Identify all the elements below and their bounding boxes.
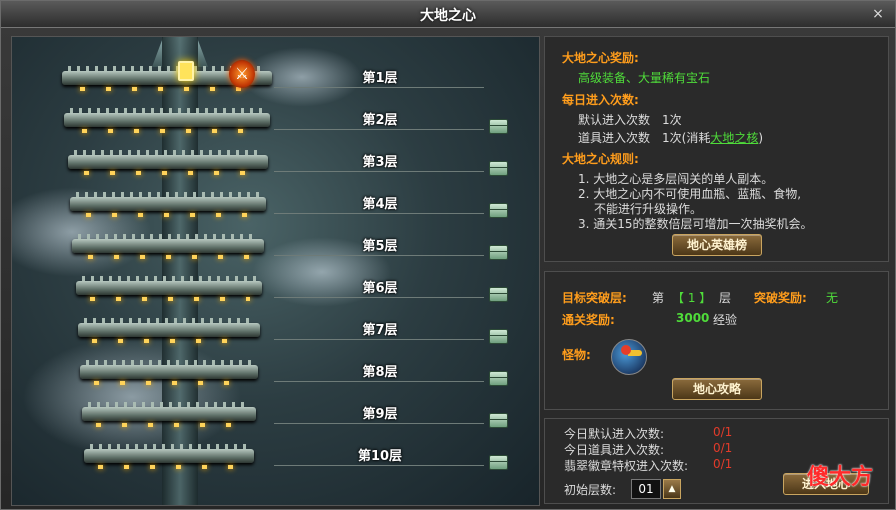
item-count-label: 今日道具进入次数:: [564, 443, 665, 457]
item-entries-prefix: 道具进入次数 1次(消耗: [578, 131, 711, 145]
tower-floor-6[interactable]: 第6层: [12, 267, 539, 309]
target-floor-prefix: 第: [652, 291, 665, 305]
chest-icon[interactable]: [489, 371, 508, 386]
floor-platform: [64, 108, 270, 127]
current-floor-marker: [178, 61, 194, 81]
floor-lights: [94, 381, 246, 385]
start-floor-label: 初始层数:: [564, 483, 617, 497]
floor-lights: [90, 297, 250, 301]
title-bar[interactable]: 大地之心 ×: [1, 1, 895, 28]
floor-divider: [274, 339, 484, 340]
floor-lights: [84, 171, 256, 175]
rule-3: 3. 通关15的整数倍层可增加一次抽奖机会。: [578, 217, 813, 231]
clear-reward-label: 通关奖励:: [562, 313, 615, 327]
tower-floor-10[interactable]: 第10层: [12, 435, 539, 477]
monster-portrait[interactable]: [611, 339, 647, 375]
floor-label: 第7层: [362, 323, 398, 338]
floor-divider: [274, 297, 484, 298]
earth-core-link[interactable]: 大地之核: [710, 131, 758, 145]
window-title: 大地之心: [420, 8, 476, 24]
caret-up-icon[interactable]: ▲: [663, 479, 681, 499]
floor-divider: [274, 381, 484, 382]
floor-label: 第2层: [362, 113, 398, 128]
target-floor-suffix: 层: [719, 291, 732, 305]
floor-lights: [96, 423, 244, 427]
ranking-button[interactable]: 地心英雄榜: [672, 234, 762, 256]
tower-floor-9[interactable]: 第9层: [12, 393, 539, 435]
chest-icon[interactable]: [489, 413, 508, 428]
floor-divider: [274, 87, 484, 88]
chest-icon[interactable]: [489, 329, 508, 344]
floor-divider: [274, 213, 484, 214]
floor-divider: [274, 255, 484, 256]
tower-floor-8[interactable]: 第8层: [12, 351, 539, 393]
clear-reward-unit: 经验: [713, 313, 738, 327]
tower-floor-4[interactable]: 第4层: [12, 183, 539, 225]
target-floor-label: 目标突破层:: [562, 291, 627, 305]
default-entries: 默认进入次数 1次: [578, 113, 682, 127]
floor-label: 第5层: [362, 239, 398, 254]
monster-label: 怪物:: [562, 348, 591, 362]
tower-floor-2[interactable]: 第2层: [12, 99, 539, 141]
guide-button[interactable]: 地心攻略: [672, 378, 762, 400]
reward-title: 大地之心奖励:: [562, 51, 639, 65]
watermark-logo: 傻大方: [807, 465, 874, 490]
rules-title: 大地之心规则:: [562, 152, 639, 166]
floor-divider: [274, 423, 484, 424]
chest-icon[interactable]: [489, 203, 508, 218]
floor-lights: [86, 213, 254, 217]
emerald-count-label: 翡翠徽章特权进入次数:: [564, 459, 689, 473]
reward-text: 高级装备、大量稀有宝石: [578, 71, 711, 85]
tower-floor-5[interactable]: 第5层: [12, 225, 539, 267]
emerald-count-value: 0/1: [713, 457, 733, 471]
floor-divider: [274, 171, 484, 172]
item-count-value: 0/1: [713, 441, 733, 455]
close-icon[interactable]: ×: [869, 5, 887, 23]
boss-icon[interactable]: ⚔: [229, 60, 255, 88]
clear-reward-exp: 3000: [676, 311, 710, 325]
dialog-window: 大地之心 × 第1层 第2层 第3层 第4层 第5层 第6层 第7层 第8层 第…: [0, 0, 896, 510]
start-floor-input[interactable]: 01: [631, 479, 661, 499]
item-entries: 道具进入次数 1次(消耗大地之核): [578, 129, 763, 146]
floor-lights: [80, 87, 260, 91]
tower-view[interactable]: 第1层 第2层 第3层 第4层 第5层 第6层 第7层 第8层 第9层 第10层: [11, 36, 540, 506]
default-count-label: 今日默认进入次数:: [564, 427, 665, 441]
daily-title: 每日进入次数:: [562, 93, 639, 107]
chest-icon[interactable]: [489, 161, 508, 176]
floor-platform: [76, 276, 262, 295]
floor-lights: [88, 255, 252, 259]
floor-platform: [72, 234, 264, 253]
floor-lights: [92, 339, 248, 343]
floor-label: 第6层: [362, 281, 398, 296]
floor-divider: [274, 129, 484, 130]
chest-icon[interactable]: [489, 119, 508, 134]
floor-divider: [274, 465, 484, 466]
floor-label: 第10层: [357, 449, 403, 464]
break-reward-label: 突破奖励:: [754, 291, 807, 305]
floor-platform: [80, 360, 258, 379]
floor-label: 第4层: [362, 197, 398, 212]
target-floor-value: 【 1 】: [672, 291, 712, 305]
floor-platform: [68, 150, 268, 169]
chest-icon[interactable]: [489, 455, 508, 470]
floor-label: 第8层: [362, 365, 398, 380]
floor-label: 第3层: [362, 155, 398, 170]
item-entries-suffix: ): [758, 131, 764, 145]
chest-icon[interactable]: [489, 287, 508, 302]
break-reward-value: 无: [826, 291, 839, 305]
floor-platform: [70, 192, 266, 211]
floor-platform: [78, 318, 260, 337]
default-count-value: 0/1: [713, 425, 733, 439]
floor-lights: [98, 465, 242, 469]
floor-label: 第1层: [362, 71, 398, 86]
floor-label: 第9层: [362, 407, 398, 422]
tower-floor-7[interactable]: 第7层: [12, 309, 539, 351]
chest-icon[interactable]: [489, 245, 508, 260]
floor-platform: [82, 402, 256, 421]
floor-platform: [84, 444, 254, 463]
tower-floor-1[interactable]: 第1层: [12, 57, 539, 99]
tower-floor-3[interactable]: 第3层: [12, 141, 539, 183]
floor-lights: [82, 129, 258, 133]
